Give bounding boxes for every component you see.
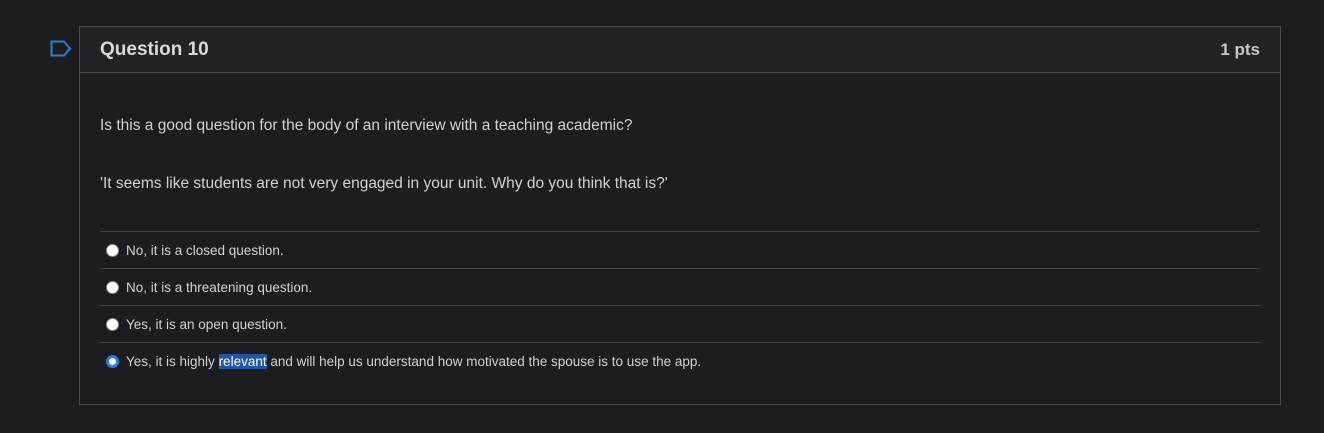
question-title: Question 10 xyxy=(100,38,209,60)
radio-button[interactable] xyxy=(106,317,119,331)
question-header: Question 10 1 pts xyxy=(80,27,1280,73)
answer-label: Yes, it is an open question. xyxy=(126,316,287,332)
answer-option-selected[interactable]: Yes, it is highly relevant and will help… xyxy=(100,343,1260,380)
question-points: 1 pts xyxy=(1220,39,1260,59)
quiz-page: Question 10 1 pts Is this a good questio… xyxy=(0,0,1324,433)
answer-option[interactable]: No, it is a threatening question. xyxy=(100,269,1260,306)
answer-label-before: Yes, it is highly xyxy=(126,354,219,369)
answer-option[interactable]: Yes, it is an open question. xyxy=(100,306,1260,343)
answer-option[interactable]: No, it is a closed question. xyxy=(100,232,1260,269)
radio-button[interactable] xyxy=(106,280,119,294)
question-prompt: Is this a good question for the body of … xyxy=(100,117,633,134)
question-body: Is this a good question for the body of … xyxy=(80,117,1280,380)
highlighted-text: relevant xyxy=(218,354,267,369)
answer-list: No, it is a closed question. No, it is a… xyxy=(100,231,1260,380)
question-quote: 'It seems like students are not very eng… xyxy=(100,175,668,192)
answer-label-after: and will help us understand how motivate… xyxy=(266,354,702,369)
answer-label: No, it is a threatening question. xyxy=(126,279,313,295)
answer-label: No, it is a closed question. xyxy=(126,242,284,258)
radio-button-selected[interactable] xyxy=(106,355,119,368)
answer-label: Yes, it is highly relevant and will help… xyxy=(126,354,701,369)
question-card: Question 10 1 pts Is this a good questio… xyxy=(79,26,1281,405)
radio-button[interactable] xyxy=(106,243,119,257)
bookmark-flag-icon[interactable] xyxy=(50,40,72,57)
